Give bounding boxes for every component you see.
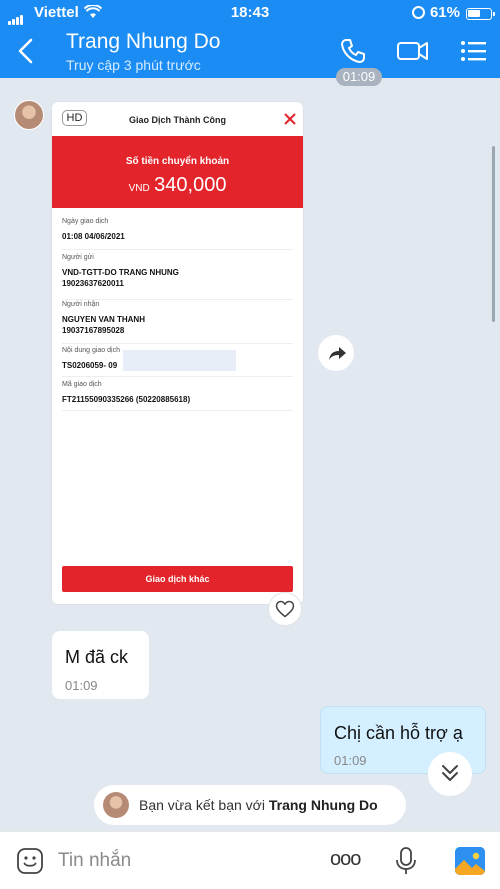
row-value: TS0206059- 09 (62, 350, 293, 372)
chevron-down-icon[interactable] (428, 752, 472, 796)
recipient-account: 19037167895028 (62, 326, 125, 335)
heart-icon[interactable] (268, 592, 302, 626)
redaction-box (123, 350, 237, 372)
amount: VND 340,000 (52, 174, 303, 197)
message-text: M đã ck (65, 647, 129, 667)
back-icon[interactable] (14, 36, 38, 66)
message-time-chip: 01:09 (336, 68, 382, 86)
battery-icon (466, 8, 495, 20)
avatar[interactable] (14, 100, 44, 130)
row-value: FT21155090335266 (50220885618) (62, 395, 191, 404)
other-transaction-button: Giao dịch khác (62, 566, 293, 592)
receipt-row-description: Nội dung giao dịch TS0206059- 09 (62, 347, 293, 377)
receipt-row-transaction-id: Mã giao dịch FT21155090335266 (502208856… (62, 381, 293, 411)
row-label: Ngày giao dịch (62, 218, 109, 225)
message-composer: Tin nhắn ooo (0, 831, 500, 889)
rotation-lock-icon (412, 6, 425, 19)
avatar (103, 792, 129, 818)
receipt-header: HD Giao Dịch Thành Công (52, 102, 303, 136)
receipt-row-recipient: Người nhận NGUYEN VAN THANH 190371678950… (62, 301, 293, 344)
clock: 18:43 (230, 4, 270, 21)
status-bar: Viettel 18:43 61% (0, 3, 500, 25)
sender-account: 19023637620011 (62, 279, 124, 288)
last-seen-status: Truy cập 3 phút trước (66, 57, 201, 73)
notice-contact-name[interactable]: Trang Nhung Do (269, 797, 378, 813)
emoji-icon[interactable] (16, 847, 44, 875)
incoming-message[interactable]: M đã ck 01:09 (52, 631, 149, 699)
chat-header: Viettel 18:43 61% Trang Nhung Do Truy cậ… (0, 0, 500, 78)
row-value: 01:08 04/06/2021 (62, 232, 125, 241)
receipt-row-date: Ngày giao dịch 01:08 04/06/2021 (62, 218, 293, 250)
description-text: TS0206059- 09 (62, 361, 118, 370)
receipt-row-sender: Người gửi VND-TGTT-DO TRANG NHUNG 190236… (62, 254, 293, 300)
currency: VND (128, 183, 150, 194)
message-input[interactable]: Tin nhắn (58, 850, 131, 872)
notice-text: Bạn vừa kết bạn với Trang Nhung Do (139, 797, 378, 813)
contact-name[interactable]: Trang Nhung Do (66, 30, 220, 54)
message-time: 01:09 (334, 753, 367, 768)
row-label: Người gửi (62, 254, 94, 261)
scrollbar[interactable] (492, 146, 495, 322)
receipt-title: Giao Dịch Thành Công (129, 115, 226, 125)
message-time: 01:09 (65, 678, 98, 693)
amount-banner: Số tiền chuyển khoản VND 340,000 (52, 136, 303, 208)
amount-label: Số tiền chuyển khoản (125, 156, 230, 167)
transfer-receipt-image[interactable]: HD Giao Dịch Thành Công Số tiền chuyển k… (52, 102, 303, 604)
close-icon (284, 113, 296, 125)
friend-added-notice: Bạn vừa kết bạn với Trang Nhung Do (94, 785, 406, 825)
mic-icon[interactable] (392, 846, 420, 876)
more-options-icon[interactable]: ooo (330, 848, 361, 871)
row-value: VND-TGTT-DO TRANG NHUNG 19023637620011 (62, 267, 293, 289)
notice-prefix: Bạn vừa kết bạn với (139, 797, 265, 813)
share-icon[interactable] (318, 335, 354, 371)
row-label: Mã giao dịch (62, 381, 102, 388)
list-icon[interactable] (458, 36, 488, 66)
recipient-name: NGUYEN VAN THANH (62, 315, 145, 324)
row-label: Người nhận (62, 301, 100, 308)
phone-icon[interactable] (338, 36, 368, 66)
row-value: NGUYEN VAN THANH 19037167895028 (62, 314, 293, 336)
image-icon[interactable] (455, 847, 485, 875)
message-text: Chị cần hỗ trợ ạ (334, 723, 463, 743)
sender-name: VND-TGTT-DO TRANG NHUNG (62, 268, 179, 277)
battery-percentage: 61% (429, 4, 460, 21)
video-icon[interactable] (396, 36, 430, 66)
amount-value: 340,000 (154, 174, 227, 196)
